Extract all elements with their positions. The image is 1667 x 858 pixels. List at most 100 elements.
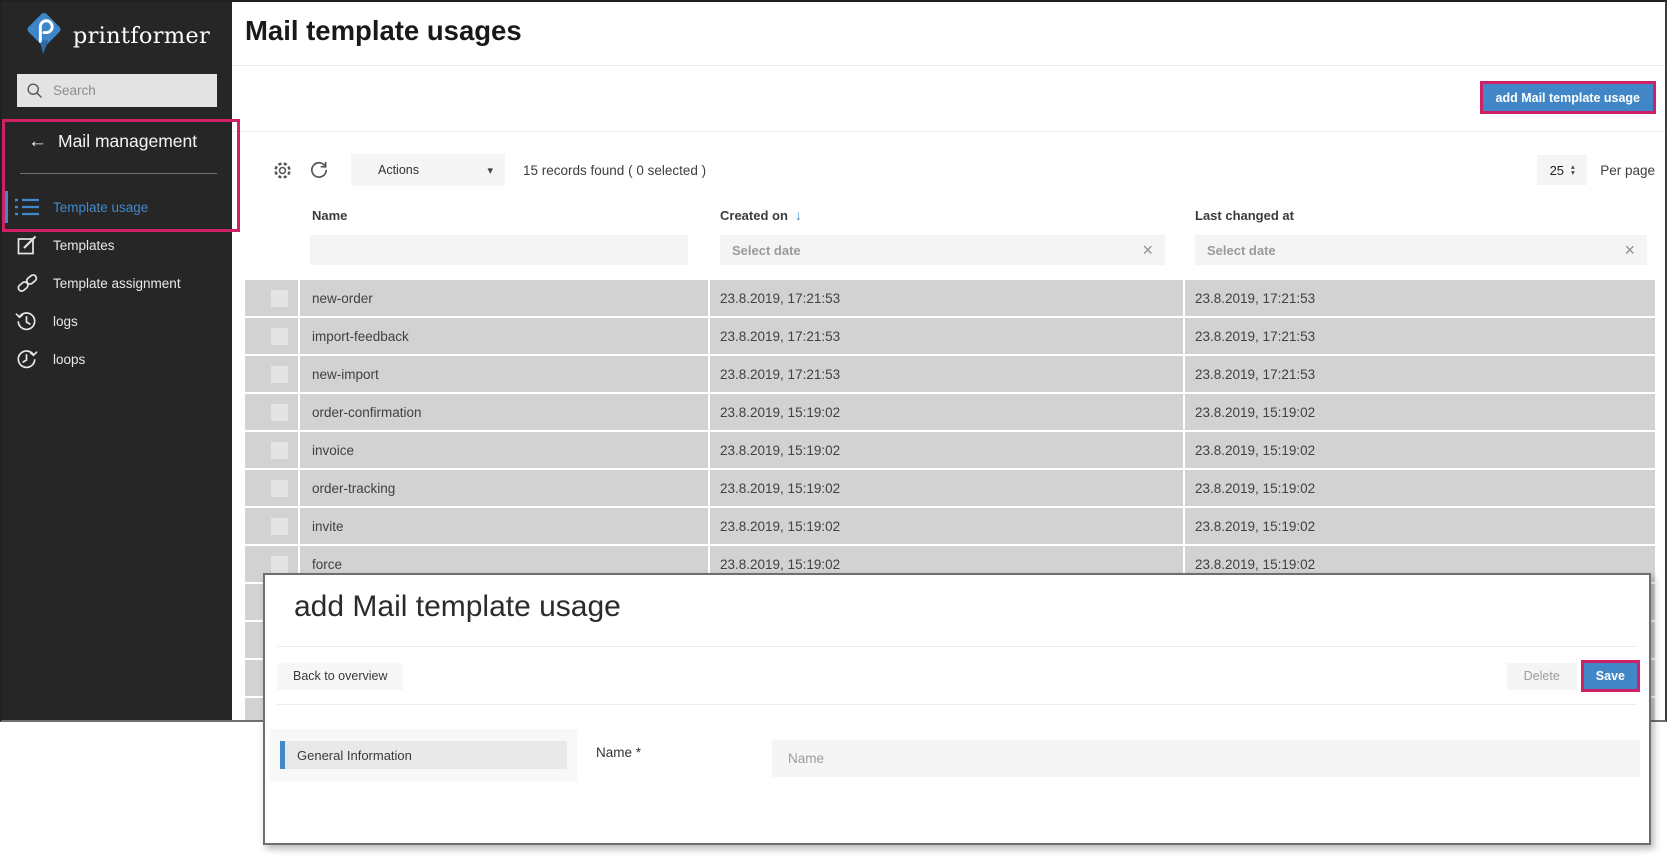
sidebar-divider	[20, 173, 217, 174]
table-row[interactable]: invite 23.8.2019, 15:19:02 23.8.2019, 15…	[245, 508, 1655, 544]
row-created-on: 23.8.2019, 15:19:02	[708, 508, 1183, 544]
search-icon	[26, 82, 44, 100]
table-row[interactable]: order-confirmation 23.8.2019, 15:19:02 2…	[245, 394, 1655, 430]
link-icon	[13, 272, 40, 294]
sidebar-item-template-assignment[interactable]: Template assignment	[2, 264, 232, 302]
back-to-overview-button[interactable]: Back to overview	[277, 663, 403, 690]
sidebar-item-label: Template assignment	[53, 276, 181, 291]
add-mail-template-usage-button[interactable]: add Mail template usage	[1483, 84, 1653, 111]
sidebar-item-label: Templates	[53, 238, 115, 253]
row-created-on: 23.8.2019, 15:19:02	[708, 394, 1183, 430]
row-last-changed: 23.8.2019, 15:19:02	[1183, 394, 1655, 430]
per-page-label: Per page	[1600, 163, 1655, 178]
row-created-on: 23.8.2019, 17:21:53	[708, 318, 1183, 354]
history-icon	[13, 310, 40, 333]
created-on-date-filter[interactable]: Select date ×	[720, 235, 1165, 265]
row-last-changed: 23.8.2019, 17:21:53	[1183, 318, 1655, 354]
row-checkbox[interactable]	[271, 290, 288, 307]
table-header-row: Name Created on ↓ Last changed at	[245, 198, 1655, 232]
sidebar-back[interactable]: ← Mail management	[28, 131, 232, 152]
sidebar-nav: Template usage Templates	[2, 188, 232, 378]
save-button[interactable]: Save	[1584, 663, 1637, 689]
loop-icon	[13, 348, 40, 371]
row-checkbox[interactable]	[271, 518, 288, 535]
clear-icon[interactable]: ×	[1624, 240, 1635, 261]
add-button-highlight: add Mail template usage	[1480, 81, 1656, 114]
sidebar-item-templates[interactable]: Templates	[2, 226, 232, 264]
sidebar-item-loops[interactable]: loops	[2, 340, 232, 378]
row-checkbox[interactable]	[271, 366, 288, 383]
row-checkbox[interactable]	[271, 442, 288, 459]
stepper-icon: ▴▾	[1571, 164, 1575, 176]
dialog-tab-panel: General Information	[270, 729, 577, 781]
add-mail-template-usage-dialog: add Mail template usage Back to overview…	[263, 573, 1651, 845]
name-field-label: Name *	[596, 745, 641, 760]
clear-icon[interactable]: ×	[1142, 240, 1153, 261]
tab-label: General Information	[297, 748, 412, 763]
settings-gear-icon[interactable]	[272, 160, 293, 181]
per-page-value: 25	[1550, 163, 1564, 178]
column-header-created-on[interactable]: Created on ↓	[708, 207, 1183, 223]
page-title: Mail template usages	[245, 15, 522, 47]
chevron-down-icon: ▾	[487, 164, 493, 177]
dialog-title: add Mail template usage	[294, 590, 621, 624]
printformer-logo-icon	[24, 12, 64, 61]
table-row[interactable]: order-tracking 23.8.2019, 15:19:02 23.8.…	[245, 470, 1655, 506]
row-created-on: 23.8.2019, 15:19:02	[708, 470, 1183, 506]
column-header-last-changed[interactable]: Last changed at	[1183, 208, 1655, 223]
dialog-divider	[277, 646, 1637, 647]
sidebar: printformer ← Mail management	[2, 2, 232, 720]
sidebar-section-title: Mail management	[58, 131, 197, 152]
table-row[interactable]: import-feedback 23.8.2019, 17:21:53 23.8…	[245, 318, 1655, 354]
tab-general-information[interactable]: General Information	[280, 741, 567, 769]
sidebar-item-logs[interactable]: logs	[2, 302, 232, 340]
last-changed-date-filter[interactable]: Select date ×	[1195, 235, 1647, 265]
delete-button[interactable]: Delete	[1507, 663, 1577, 690]
row-checkbox[interactable]	[271, 328, 288, 345]
row-last-changed: 23.8.2019, 15:19:02	[1183, 432, 1655, 468]
toolbar: Actions ▾ 15 records found ( 0 selected …	[245, 148, 1655, 192]
search-input[interactable]	[53, 83, 208, 98]
row-name: order-tracking	[298, 470, 708, 506]
per-page-select[interactable]: 25 ▴▾	[1537, 155, 1587, 185]
brand-wordmark: printformer	[73, 23, 210, 49]
actions-dropdown[interactable]: Actions ▾	[351, 154, 505, 186]
row-checkbox[interactable]	[271, 480, 288, 497]
sidebar-search[interactable]	[17, 74, 217, 107]
header-divider	[232, 65, 1665, 66]
printformer-logo: printformer	[2, 12, 232, 60]
row-checkbox[interactable]	[271, 556, 288, 573]
row-name: new-order	[298, 280, 708, 316]
sidebar-item-label: logs	[53, 314, 78, 329]
row-last-changed: 23.8.2019, 17:21:53	[1183, 356, 1655, 392]
actions-label: Actions	[378, 163, 419, 177]
row-checkbox[interactable]	[271, 404, 288, 421]
row-name: import-feedback	[298, 318, 708, 354]
row-name: invite	[298, 508, 708, 544]
toolbar-divider	[232, 131, 1665, 132]
dialog-button-row: Back to overview Delete Save	[277, 662, 1640, 690]
table-row[interactable]: new-import 23.8.2019, 17:21:53 23.8.2019…	[245, 356, 1655, 392]
row-created-on: 23.8.2019, 15:19:02	[708, 432, 1183, 468]
row-name: order-confirmation	[298, 394, 708, 430]
table-row[interactable]: invoice 23.8.2019, 15:19:02 23.8.2019, 1…	[245, 432, 1655, 468]
row-last-changed: 23.8.2019, 17:21:53	[1183, 280, 1655, 316]
sidebar-item-label: Template usage	[53, 200, 148, 215]
records-count-text: 15 records found ( 0 selected )	[523, 163, 706, 178]
refresh-icon[interactable]	[309, 160, 329, 180]
edit-icon	[13, 234, 40, 256]
row-name: new-import	[298, 356, 708, 392]
name-field-input[interactable]	[772, 740, 1640, 777]
save-button-highlight: Save	[1581, 660, 1640, 692]
row-last-changed: 23.8.2019, 15:19:02	[1183, 470, 1655, 506]
row-created-on: 23.8.2019, 17:21:53	[708, 356, 1183, 392]
list-icon	[13, 198, 40, 216]
table-row[interactable]: new-order 23.8.2019, 17:21:53 23.8.2019,…	[245, 280, 1655, 316]
name-filter-input[interactable]	[310, 235, 688, 265]
sidebar-item-template-usage[interactable]: Template usage	[2, 188, 232, 226]
row-created-on: 23.8.2019, 17:21:53	[708, 280, 1183, 316]
row-last-changed: 23.8.2019, 15:19:02	[1183, 508, 1655, 544]
sidebar-item-label: loops	[53, 352, 85, 367]
dialog-divider	[277, 704, 1637, 705]
column-header-name[interactable]: Name	[298, 208, 708, 223]
